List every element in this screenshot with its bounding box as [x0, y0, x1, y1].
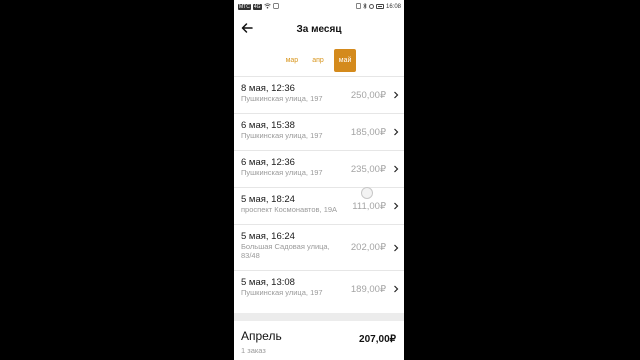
- back-arrow-icon[interactable]: [240, 21, 254, 35]
- order-address: Большая Садовая улица, 83/48: [241, 242, 330, 260]
- status-bar: МТС 4G 16:08: [234, 0, 404, 13]
- tab-may[interactable]: май: [333, 48, 357, 72]
- clock-text: 16:08: [385, 3, 401, 10]
- alarm-icon: [368, 4, 374, 9]
- bluetooth-icon: [363, 2, 367, 11]
- summary-order-count: 1 заказ: [241, 346, 266, 355]
- chevron-right-icon: [393, 188, 399, 224]
- order-address: проспект Космонавтов, 19А: [241, 205, 338, 214]
- order-list: 8 мая, 12:36 Пушкинская улица, 197 250,0…: [234, 76, 404, 307]
- order-price: 235,00₽: [350, 163, 386, 175]
- order-price: 250,00₽: [350, 89, 386, 101]
- order-price: 202,00₽: [350, 242, 386, 253]
- chevron-right-icon: [393, 77, 399, 113]
- battery-icon: [375, 4, 384, 9]
- order-row[interactable]: 6 мая, 12:36 Пушкинская улица, 197 235,0…: [234, 150, 404, 187]
- tab-april[interactable]: апр: [308, 51, 328, 70]
- summary-total: 207,00₽: [359, 334, 396, 345]
- chevron-right-icon: [393, 271, 399, 307]
- nfc-icon: [356, 2, 361, 11]
- order-address: Пушкинская улица, 197: [241, 131, 323, 140]
- order-row[interactable]: 5 мая, 13:08 Пушкинская улица, 197 189,0…: [234, 270, 404, 307]
- order-row[interactable]: 8 мая, 12:36 Пушкинская улица, 197 250,0…: [234, 76, 404, 113]
- order-row[interactable]: 5 мая, 18:24 проспект Космонавтов, 19А 1…: [234, 187, 404, 224]
- touch-indicator: [361, 187, 373, 199]
- month-summary-april[interactable]: Апрель 1 заказ 207,00₽: [234, 321, 404, 355]
- section-divider: [234, 313, 404, 321]
- app-header: За месяц: [234, 13, 404, 45]
- chevron-right-icon: [393, 114, 399, 150]
- page-title: За месяц: [296, 23, 342, 35]
- order-address: Пушкинская улица, 197: [241, 288, 323, 297]
- tab-march[interactable]: мар: [282, 51, 303, 70]
- notification-icon: [272, 2, 279, 11]
- order-row[interactable]: 6 мая, 15:38 Пушкинская улица, 197 185,0…: [234, 113, 404, 150]
- order-address: Пушкинская улица, 197: [241, 94, 323, 103]
- phone-screen: МТС 4G 16:08 За месяц мар апр май 8 мая,…: [234, 0, 404, 360]
- network-badge: 4G: [252, 3, 262, 10]
- order-row[interactable]: 5 мая, 16:24 Большая Садовая улица, 83/4…: [234, 224, 404, 270]
- order-address: Пушкинская улица, 197: [241, 168, 323, 177]
- chevron-right-icon: [393, 225, 399, 270]
- carrier-badge: МТС: [238, 3, 251, 10]
- status-right: 16:08: [356, 2, 401, 11]
- status-left: МТС 4G: [238, 2, 279, 11]
- order-price: 189,00₽: [350, 283, 386, 295]
- order-price: 185,00₽: [350, 126, 386, 138]
- wifi-icon: [263, 2, 271, 11]
- month-tabs: мар апр май: [234, 45, 404, 75]
- chevron-right-icon: [393, 151, 399, 187]
